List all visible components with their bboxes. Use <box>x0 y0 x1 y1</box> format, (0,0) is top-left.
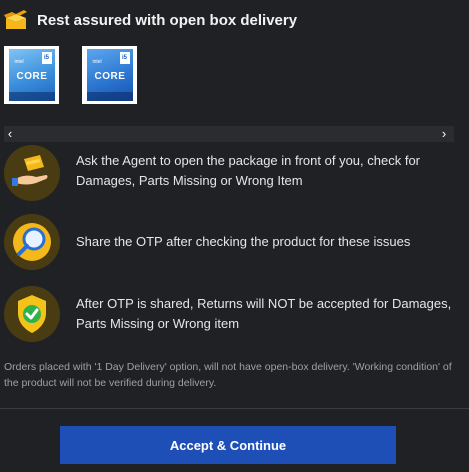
magnifier-icon <box>4 214 60 270</box>
product-badge: i5 <box>119 52 130 64</box>
product-thumbnails: intel CORE i5 intel CORE i5 <box>4 46 160 104</box>
divider <box>0 408 469 409</box>
step-text: Share the OTP after checking the product… <box>76 234 411 249</box>
product-badge: i5 <box>41 52 52 64</box>
hand-package-icon <box>4 145 60 201</box>
product-thumbnail[interactable]: intel CORE i5 <box>4 46 59 104</box>
step-item: Ask the Agent to open the package in fro… <box>4 145 420 201</box>
step-text: Ask the Agent to open the package in fro… <box>76 153 420 188</box>
product-box-image: intel CORE i5 <box>86 49 133 101</box>
step-item: After OTP is shared, Returns will NOT be… <box>4 286 451 342</box>
shield-check-icon <box>4 286 60 342</box>
chevron-left-icon[interactable]: ‹ <box>3 126 17 142</box>
box-stripe <box>86 92 133 101</box>
carousel-scrollbar[interactable] <box>4 126 454 142</box>
delivery-note: Orders placed with '1 Day Delivery' opti… <box>4 361 452 389</box>
brand-label: intel <box>92 59 102 65</box>
brand-label: intel <box>14 59 24 65</box>
open-box-icon <box>4 9 28 31</box>
step-text: After OTP is shared, Returns will NOT be… <box>76 296 452 331</box>
step-item: Share the OTP after checking the product… <box>4 214 410 270</box>
page-title: Rest assured with open box delivery <box>37 11 298 29</box>
chevron-right-icon[interactable]: › <box>437 126 451 142</box>
product-thumbnail[interactable]: intel CORE i5 <box>82 46 137 104</box>
accept-continue-button[interactable]: Accept & Continue <box>60 426 396 464</box>
box-stripe <box>8 92 55 101</box>
header: Rest assured with open box delivery <box>4 8 297 32</box>
product-box-image: intel CORE i5 <box>8 49 55 101</box>
product-label: CORE <box>16 71 48 82</box>
product-label: CORE <box>94 71 126 82</box>
